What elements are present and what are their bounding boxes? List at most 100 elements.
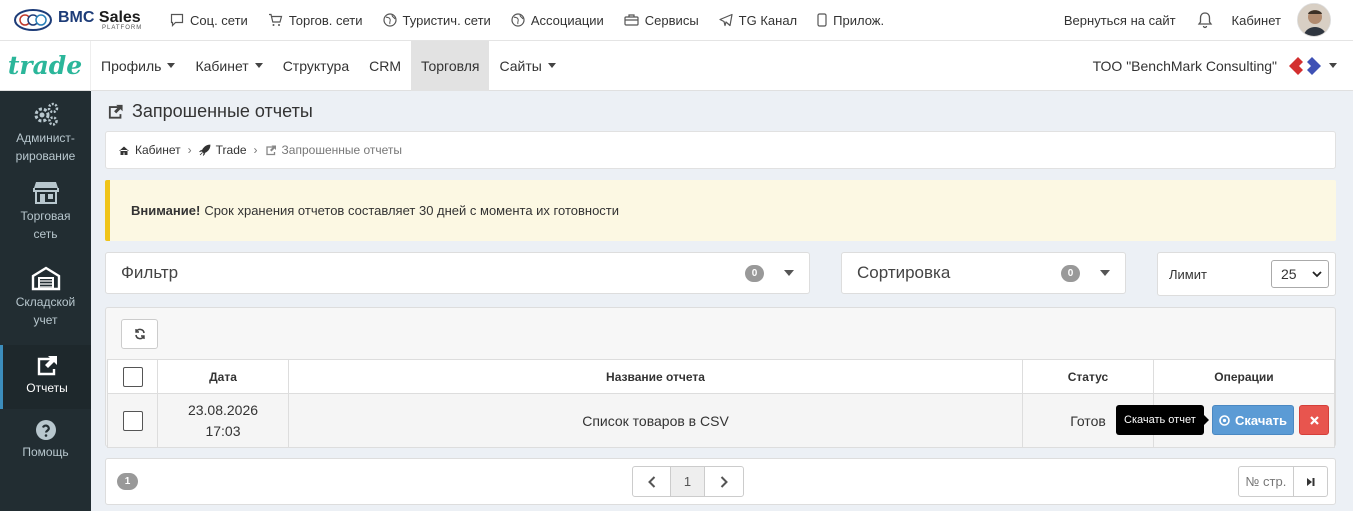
sidebar-item-help[interactable]: Помощь [0,409,91,473]
date-cell: 23.08.2026 17:03 [157,393,289,448]
limit-panel: Лимит 25 [1157,252,1336,296]
nav-item-crm[interactable]: CRM [359,41,411,91]
cart-icon [268,13,283,26]
bell-icon[interactable] [1196,11,1214,29]
rocket-icon [198,144,211,156]
top-link-services[interactable]: Сервисы [624,13,699,28]
sort-panel[interactable]: Сортировка 0 [841,252,1126,294]
column-header-date[interactable]: Дата [157,359,289,394]
chevron-down-icon [1312,270,1322,277]
refresh-button[interactable] [121,319,158,349]
top-link-apps[interactable]: Прилож. [817,13,884,28]
sidebar-item-reports[interactable]: Отчеты [0,345,91,409]
prev-page-button[interactable] [633,467,671,496]
go-to-page-button[interactable] [1294,467,1327,496]
breadcrumb-cabinet[interactable]: Кабинет [135,143,181,157]
current-page[interactable]: 1 [671,467,705,496]
retention-alert: Внимание! Срок хранения отчетов составля… [105,180,1336,241]
caret-down-icon [1329,63,1337,68]
top-link-retail[interactable]: Торгов. сети [268,13,363,28]
sidebar-item-label: Торговая [20,209,71,223]
share-icon [37,356,57,376]
back-to-site-link[interactable]: Вернуться на сайт [1064,13,1176,28]
sidebar-item-warehouse[interactable]: Складской учет [0,255,91,345]
caret-down-icon [167,63,176,68]
avatar[interactable] [1297,3,1331,37]
limit-label: Лимит [1169,266,1207,282]
brand-name: BMC [58,8,95,26]
sidebar-item-retail-network[interactable]: Торговая сеть [0,169,91,255]
nav-item-profile[interactable]: Профиль [91,41,185,91]
row-checkbox[interactable] [122,410,143,431]
download-tooltip: Скачать отчет [1116,405,1209,435]
bmc-sales-logo[interactable]: BMC Sales PLATFORM [14,9,164,31]
top-link-label: Туристич. сети [402,12,491,28]
globe-icon [511,13,525,27]
select-all-checkbox[interactable] [122,366,143,387]
pagination-bar: 1 1 № стр. [105,458,1336,505]
column-header-name[interactable]: Название отчета [288,359,1023,394]
breadcrumb-current: Запрошенные отчеты [281,143,403,157]
step-forward-icon [1306,477,1315,486]
nav-item-label: Торговля [421,57,480,74]
alert-title: Внимание! [131,203,201,218]
nav-item-trade[interactable]: Торговля [411,40,490,91]
sidebar-item-label: Помощь [22,445,69,459]
caret-down-icon [1100,270,1110,276]
nav-item-label: Кабинет [195,57,249,74]
help-icon [35,420,56,440]
company-selector[interactable]: ТОО "BenchMark Consulting" [1093,55,1337,77]
sort-count-badge: 0 [1061,264,1080,282]
caret-down-icon [784,270,794,276]
top-link-tourism[interactable]: Туристич. сети [382,12,491,28]
limit-select[interactable]: 25 [1271,260,1329,288]
globe-icon [382,13,397,27]
table-row: 23.08.2026 17:03 Список товаров в CSV Го… [107,393,1335,448]
share-icon [108,104,123,119]
briefcase-icon [624,14,639,26]
cabinet-link[interactable]: Кабинет [1232,13,1281,28]
column-header-status[interactable]: Статус [1022,359,1154,394]
nav-item-cabinet[interactable]: Кабинет [185,41,272,91]
top-link-associations[interactable]: Ассоциации [511,13,604,28]
column-header-operations: Операции [1153,359,1335,394]
brand-subtitle: PLATFORM [102,24,143,31]
page-number-jump: № стр. [1238,466,1328,497]
gears-icon [34,102,58,126]
breadcrumb-separator: › [253,143,258,157]
select-all-cell [107,359,158,394]
top-link-social[interactable]: Соц. сети [170,13,248,28]
chevron-left-icon [647,475,655,488]
filter-panel[interactable]: Фильтр 0 [105,252,810,294]
nav-item-sites[interactable]: Сайты [489,41,565,91]
filter-count-badge: 0 [745,264,764,282]
breadcrumb: Кабинет › Trade › Запрошенные отчеты [105,131,1336,169]
nav-item-label: CRM [369,57,401,74]
delete-button[interactable] [1299,405,1329,435]
reports-table-box: Дата Название отчета Статус Операции 23.… [105,307,1336,448]
download-button[interactable]: Скачать [1212,405,1294,435]
top-link-label: Ассоциации [530,12,604,28]
report-date: 23.08.2026 [187,401,259,418]
reports-table: Дата Название отчета Статус Операции 23.… [107,359,1335,448]
row-select-cell [107,393,158,448]
caret-down-icon [547,63,556,68]
main-navbar: trade Профиль Кабинет Структура CRM Торг… [0,40,1353,91]
company-name: ТОО "BenchMark Consulting" [1092,57,1277,74]
page-title-text: Запрошенные отчеты [132,101,313,121]
top-link-label: Сервисы [644,12,699,28]
top-link-label: Торгов. сети [288,12,363,28]
nav-item-label: Профиль [101,57,162,74]
warehouse-icon [31,266,60,291]
bmc-logo-icon [14,9,52,31]
breadcrumb-trade[interactable]: Trade [216,143,247,157]
top-link-telegram[interactable]: TG Канал [719,13,797,28]
store-icon [32,182,59,204]
top-bar: BMC Sales PLATFORM Соц. сети Торгов. сет… [0,0,1353,41]
sidebar-item-administration[interactable]: Админист-рирование [0,91,91,169]
page-number-input[interactable]: № стр. [1239,467,1294,496]
nav-item-structure[interactable]: Структура [273,41,359,91]
caret-down-icon [254,63,263,68]
next-page-button[interactable] [705,467,743,496]
trade-logo[interactable]: trade [0,40,91,91]
